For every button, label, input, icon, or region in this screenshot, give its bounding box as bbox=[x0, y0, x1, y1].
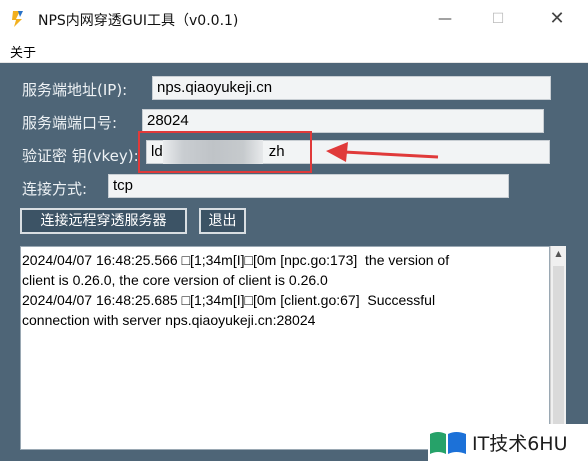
nps-logo-icon bbox=[12, 11, 23, 27]
close-button[interactable]: ✕ bbox=[542, 6, 572, 32]
watermark-text: IT技术6HU bbox=[472, 433, 568, 455]
window-title: NPS内网穿透GUI工具（v0.0.1) bbox=[38, 13, 239, 29]
connection-type-field[interactable]: tcp bbox=[108, 174, 509, 198]
scroll-up-icon[interactable]: ▲ bbox=[551, 246, 566, 262]
maximize-button[interactable]: ☐ bbox=[483, 6, 513, 32]
log-line: connection with server nps.qiaoyukeji.cn… bbox=[22, 312, 316, 328]
scroll-thumb[interactable] bbox=[553, 266, 564, 426]
log-line: 2024/04/07 16:48:25.566 □[1;34m[I]□[0m [… bbox=[22, 252, 450, 268]
log-scrollbar[interactable]: ▲ ▼ bbox=[550, 246, 566, 450]
port-field[interactable]: 28024 bbox=[142, 109, 544, 133]
server-label: 服务端地址(IP): bbox=[22, 81, 128, 99]
log-line: 2024/04/07 16:48:25.685 □[1;34m[I]□[0m [… bbox=[22, 292, 436, 308]
connect-button[interactable]: 连接远程穿透服务器 bbox=[20, 208, 187, 234]
menu-bar: 关于 bbox=[0, 40, 588, 63]
connection-type-label: 连接方式: bbox=[22, 180, 88, 198]
red-arrow-icon bbox=[326, 142, 439, 162]
log-output[interactable]: 2024/04/07 16:48:25.566 □[1;34m[I]□[0m [… bbox=[20, 246, 550, 450]
watermark: IT技术6HU bbox=[428, 424, 588, 461]
it-logo-icon bbox=[430, 432, 466, 454]
log-line: client is 0.26.0, the core version of cl… bbox=[22, 272, 328, 288]
vkey-highlight-box bbox=[138, 131, 312, 173]
minimize-button[interactable]: — bbox=[430, 6, 460, 32]
title-bar: NPS内网穿透GUI工具（v0.0.1) — ☐ ✕ bbox=[0, 0, 588, 40]
server-address-field[interactable]: nps.qiaoyukeji.cn bbox=[152, 76, 551, 100]
vkey-label: 验证密 钥(vkey): bbox=[22, 147, 139, 165]
menu-about[interactable]: 关于 bbox=[10, 42, 36, 61]
port-label: 服务端端口号: bbox=[22, 114, 118, 132]
exit-button[interactable]: 退出 bbox=[199, 208, 246, 234]
